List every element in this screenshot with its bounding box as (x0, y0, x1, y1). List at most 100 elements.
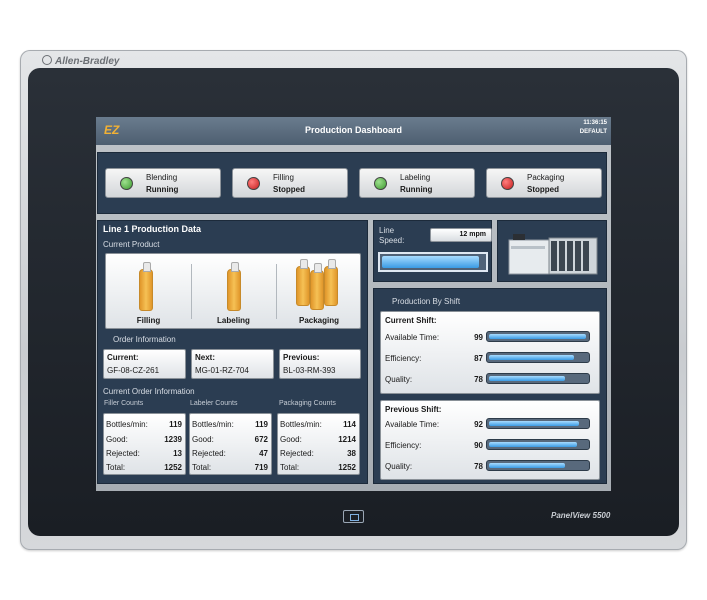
order-current: Current: GF-08-CZ-261 (103, 349, 186, 379)
shift-row-value: 99 (474, 333, 483, 342)
line-speed-label-1: Line (379, 226, 395, 235)
model-label: PanelView 5500 (551, 511, 611, 520)
labeler-counts-box: Bottles/min: 119 Good: 672 Rejected: 47 Tot… (189, 413, 272, 475)
shift-bar (486, 373, 590, 384)
count-label: Good: (106, 435, 128, 444)
shift-bar (486, 439, 590, 450)
shift-row-label: Available Time: (385, 333, 440, 342)
line-speed-fill (382, 256, 479, 268)
line-speed-bar (378, 252, 488, 272)
line-speed-label: Line Speed: (379, 226, 404, 246)
line-speed-label-2: Speed: (379, 236, 405, 245)
count-row: Bottles/min: 114 (280, 420, 356, 429)
count-row: Total: 1252 (280, 463, 356, 472)
shift-bar (486, 418, 590, 429)
product-step: Labeling (217, 316, 250, 325)
shift-bar-fill (489, 376, 565, 381)
count-value: 47 (259, 449, 268, 458)
packaging-counts-box: Bottles/min: 114 Good: 1214 Rejected: 38 To… (277, 413, 360, 475)
current-user: DEFAULT (579, 129, 607, 135)
station-button-blending[interactable]: Blending Running (105, 168, 221, 198)
count-value: 719 (254, 463, 268, 472)
controller-rack-icon (508, 234, 598, 275)
station-button-packaging[interactable]: Packaging Stopped (486, 168, 602, 198)
product-flow-box: Filling Labeling Packaging (105, 253, 361, 329)
brand-label: Allen-Bradley (42, 55, 119, 67)
brand-name: Allen-Bradley (55, 56, 120, 67)
shift-row-label: Quality: (385, 375, 413, 384)
station-name: Labeling (400, 173, 431, 182)
count-value: 13 (173, 449, 182, 458)
line1-title: Line 1 Production Data (103, 224, 202, 234)
count-value: 119 (169, 420, 182, 429)
shift-bar-fill (489, 463, 565, 468)
count-label: Rejected: (106, 449, 140, 458)
station-name: Packaging (527, 173, 565, 182)
count-label: Rejected: (192, 449, 226, 458)
divider (191, 264, 192, 319)
title-bar: EZ Production Dashboard 11:36:15 DEFAULT (96, 117, 611, 145)
count-value: 114 (343, 420, 356, 429)
divider (276, 264, 277, 319)
station-button-labeling[interactable]: Labeling Running (359, 168, 475, 198)
filler-counts-box: Bottles/min: 119 Good: 1239 Rejected: 13 To… (103, 413, 186, 475)
order-key: Next: (195, 353, 216, 362)
order-value: MG-01-RZ-704 (195, 366, 249, 375)
count-row: Rejected: 47 (192, 449, 268, 458)
shift-row-label: Efficiency: (385, 441, 422, 450)
clock: 11:36:15 DEFAULT (580, 119, 607, 137)
count-row: Rejected: 38 (280, 449, 356, 458)
order-value: BL-03-RM-393 (283, 366, 336, 375)
status-lamp-icon (501, 177, 514, 190)
count-value: 119 (255, 420, 268, 429)
bottle-icon (310, 263, 324, 310)
status-lamp-icon (247, 177, 260, 190)
count-label: Rejected: (280, 449, 314, 458)
count-label: Total: (192, 463, 212, 472)
shift-bar-fill (489, 442, 577, 447)
current-order-label: Current Order Information (103, 387, 195, 396)
count-row: Rejected: 13 (106, 449, 182, 458)
order-value: GF-08-CZ-261 (107, 366, 160, 375)
count-row: Good: 672 (192, 435, 268, 444)
count-row: Bottles/min: 119 (106, 420, 182, 429)
counts-title: Filler Counts (104, 400, 144, 407)
line-speed-value: 12 mpm (430, 228, 492, 242)
status-lamp-icon (120, 177, 133, 190)
count-label: Total: (106, 463, 126, 472)
count-row: Good: 1214 (280, 435, 356, 444)
count-row: Good: 1239 (106, 435, 182, 444)
count-value: 1252 (164, 463, 182, 472)
shift-row-value: 92 (474, 420, 483, 429)
shift-row-value: 90 (474, 441, 483, 450)
count-label: Bottles/min: (106, 420, 148, 429)
shift-bar-fill (489, 355, 574, 360)
shift-row-label: Quality: (385, 462, 413, 471)
station-name: Blending (146, 173, 178, 182)
previous-shift-title: Previous Shift: (385, 405, 442, 414)
count-row: Total: 719 (192, 463, 268, 472)
shift-row-value: 78 (474, 375, 483, 384)
count-label: Good: (192, 435, 214, 444)
shift-bar-fill (489, 421, 579, 426)
count-value: 38 (347, 449, 356, 458)
count-value: 1239 (164, 435, 182, 444)
count-label: Good: (280, 435, 302, 444)
station-name: Filling (273, 173, 294, 182)
count-value: 1252 (338, 463, 356, 472)
bottle-icon (324, 259, 338, 306)
current-shift-title: Current Shift: (385, 316, 437, 325)
station-button-filling[interactable]: Filling Stopped (232, 168, 348, 198)
shift-bar (486, 331, 590, 342)
count-value: 672 (254, 435, 268, 444)
count-row: Bottles/min: 119 (192, 420, 268, 429)
station-state: Running (400, 185, 433, 194)
current-product-label: Current Product (103, 240, 160, 249)
shift-row-value: 87 (474, 354, 483, 363)
status-lamp-icon (374, 177, 387, 190)
count-label: Bottles/min: (192, 420, 234, 429)
product-step: Packaging (298, 316, 339, 325)
shift-row-label: Efficiency: (385, 354, 422, 363)
home-button[interactable] (343, 510, 364, 523)
count-label: Total: (280, 463, 300, 472)
